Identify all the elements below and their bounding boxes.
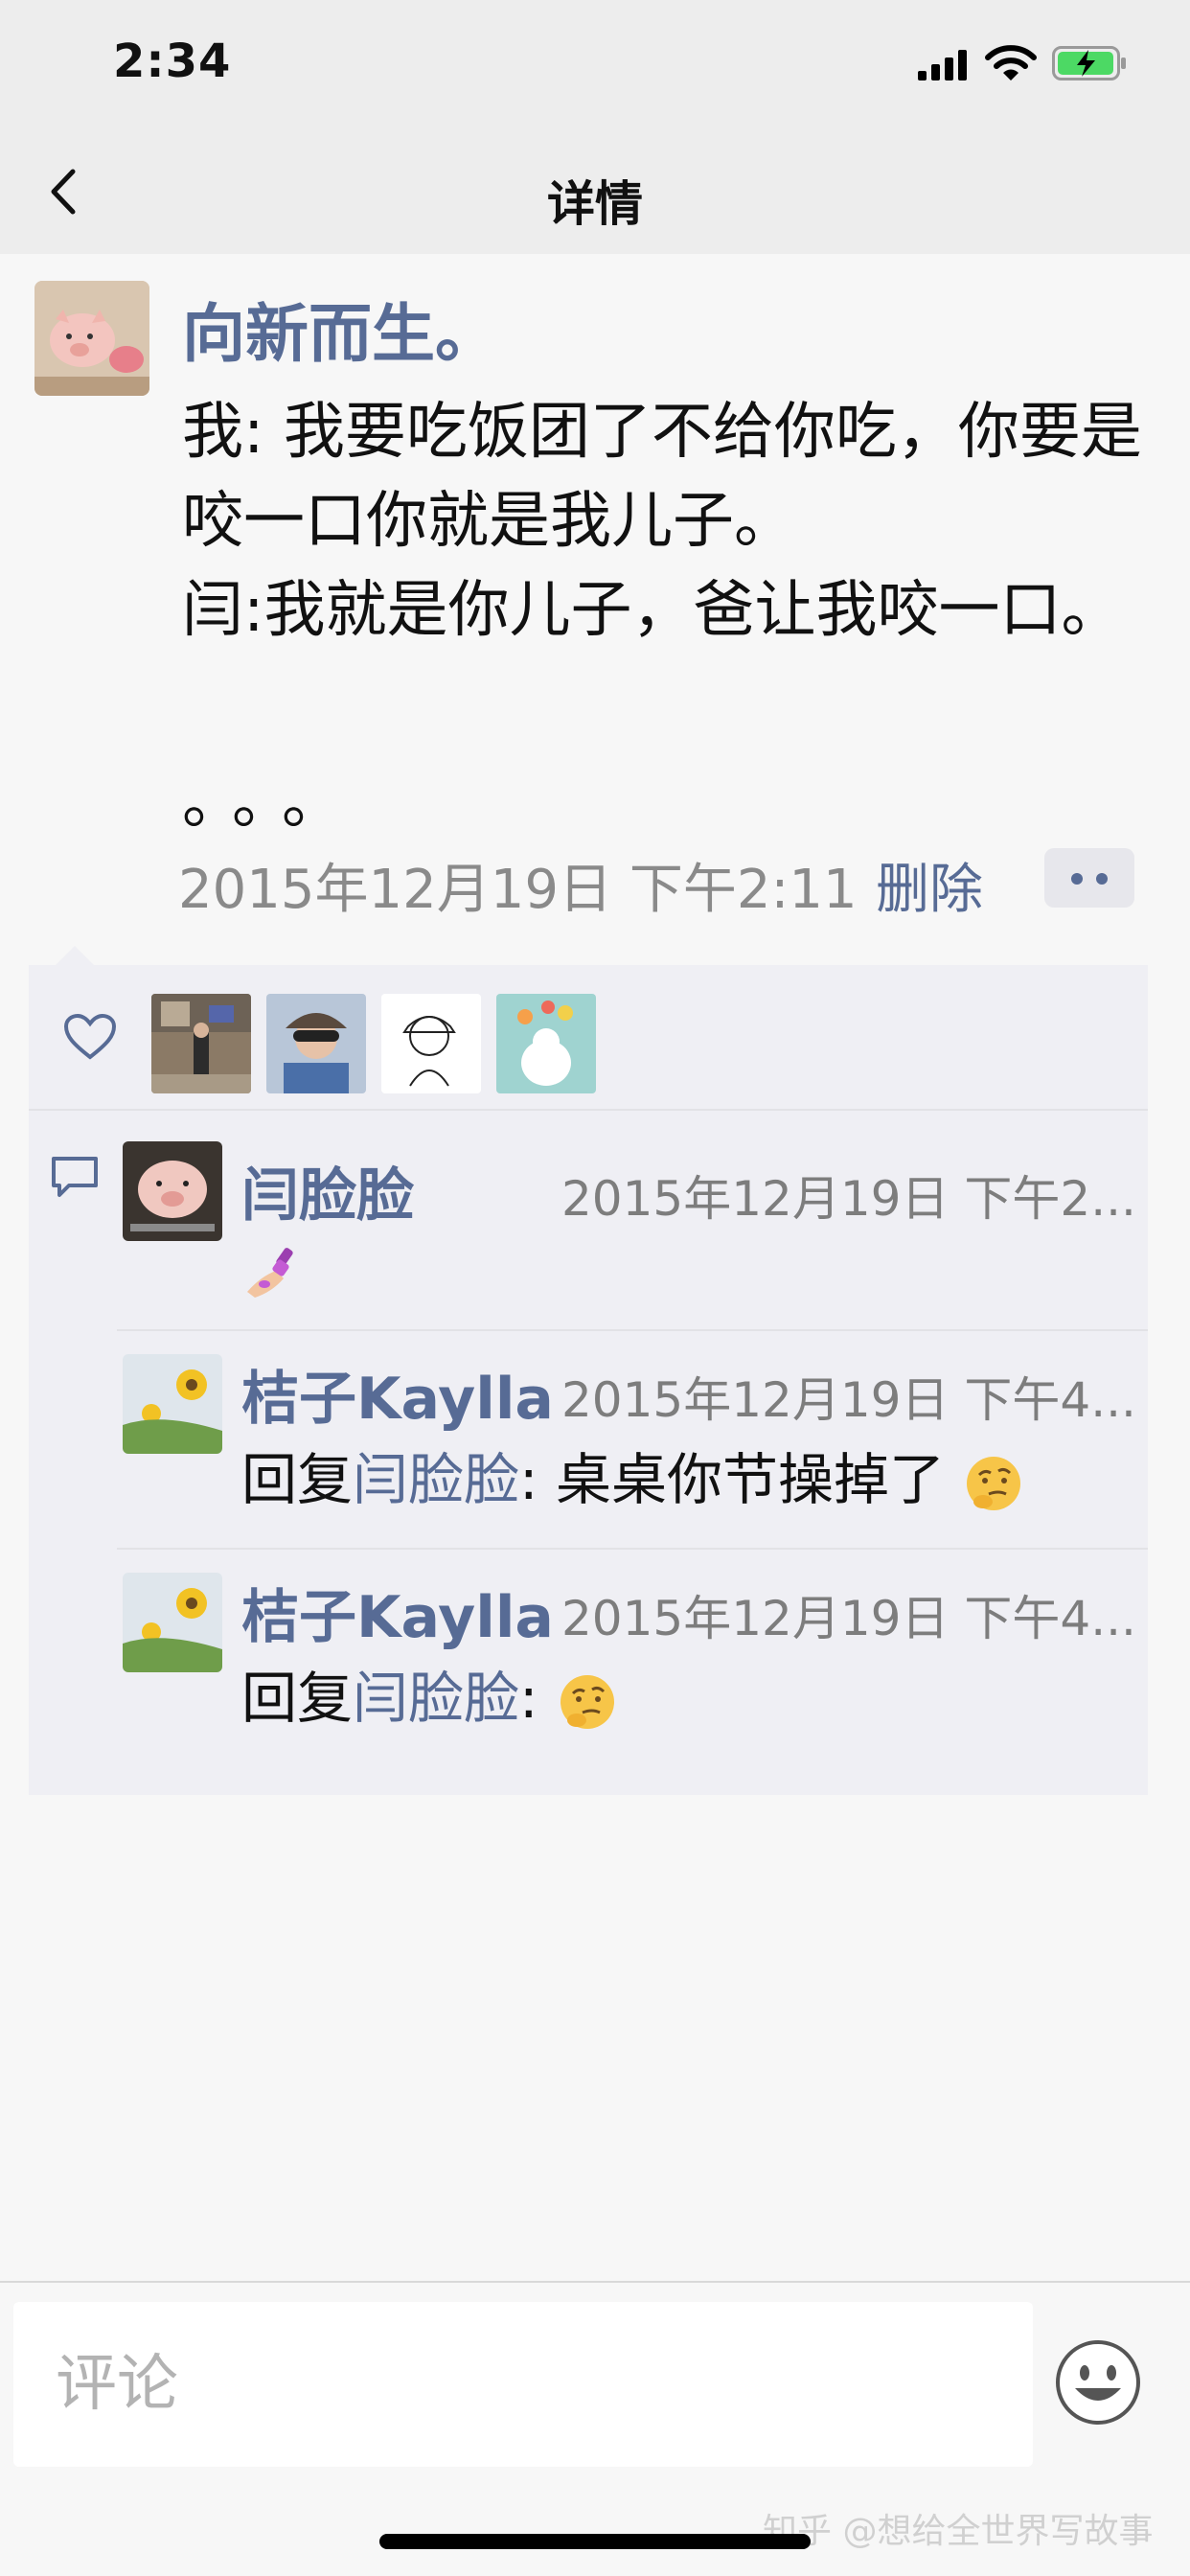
comment-body: 回复闫脸脸:	[241, 1653, 619, 1734]
post-line-2: 闫:我就是你儿子，爸让我咬一口。	[182, 575, 1123, 646]
comment-body	[241, 1233, 305, 1301]
like-avatar[interactable]	[151, 994, 251, 1093]
comment-avatar[interactable]	[123, 1573, 222, 1672]
comment-timestamp: 2015年12月19日 下午4...	[561, 1372, 1136, 1428]
comment-item[interactable]: 闫脸脸 2015年12月19日 下午2...	[29, 1111, 1148, 1329]
comment-bubble-icon	[52, 1157, 98, 1197]
comment-avatar[interactable]	[123, 1354, 222, 1454]
post-timestamp: 2015年12月19日 下午2:11	[178, 859, 858, 921]
more-dot-icon	[1096, 873, 1108, 885]
comment-item[interactable]: 桔子Kaylla 2015年12月19日 下午4... 回复闫脸脸:	[29, 1550, 1148, 1768]
more-actions-button[interactable]	[1044, 848, 1134, 908]
comment-text: : 桌桌你节操掉了	[519, 1447, 946, 1512]
nav-bar: 详情	[0, 129, 1190, 254]
delete-button[interactable]: 删除	[876, 846, 983, 924]
poster-name[interactable]: 向新而生。	[182, 283, 498, 375]
poster-avatar[interactable]	[34, 281, 149, 396]
watermark: 知乎 @想给全世界写故事	[763, 2512, 1154, 2551]
comment-author[interactable]: 闫脸脸	[241, 1149, 414, 1232]
comment-avatar[interactable]	[123, 1141, 222, 1241]
post-line-1: 我: 我要吃饭团了不给你吃，你要是咬一口你就是我儿子。	[182, 397, 1142, 557]
panel-caret	[56, 946, 94, 965]
reply-target[interactable]: 闫脸脸	[353, 1666, 519, 1731]
comment-timestamp: 2015年12月19日 下午4...	[561, 1591, 1136, 1646]
thinking-face-emoji-icon	[561, 1674, 615, 1729]
comment-item[interactable]: 桔子Kaylla 2015年12月19日 下午4... 回复闫脸脸: 桌桌你节操…	[29, 1331, 1148, 1550]
thinking-face-emoji-icon	[967, 1456, 1021, 1510]
comment-author[interactable]: 桔子Kaylla	[241, 1571, 554, 1654]
status-time: 2:34	[113, 34, 232, 88]
home-indicator[interactable]	[379, 2534, 811, 2549]
reply-target[interactable]: 闫脸脸	[353, 1447, 519, 1512]
post-ellipsis: 。。。	[182, 767, 362, 838]
reply-prefix: 回复	[241, 1447, 354, 1512]
like-avatar[interactable]	[496, 994, 596, 1093]
interaction-panel: 闫脸脸 2015年12月19日 下午2... 桔子Kaylla 2015年12月…	[29, 965, 1148, 1795]
status-bar: 2:34	[0, 0, 1190, 129]
likes-row	[29, 965, 1148, 1109]
comment-text: :	[519, 1666, 557, 1731]
comment-timestamp: 2015年12月19日 下午2...	[561, 1171, 1136, 1227]
comment-input[interactable]	[13, 2302, 1033, 2467]
like-avatar[interactable]	[381, 994, 481, 1093]
comment-input-bar: 知乎 @想给全世界写故事	[0, 2281, 1190, 2576]
emoji-face-icon[interactable]	[1052, 2336, 1144, 2428]
like-avatar[interactable]	[266, 994, 366, 1093]
cellular-signal-icon	[918, 50, 967, 80]
comment-author[interactable]: 桔子Kaylla	[241, 1352, 554, 1436]
wifi-icon	[985, 45, 1037, 80]
battery-charging-icon	[1052, 46, 1126, 80]
post-text: 我: 我要吃饭团了不给你吃，你要是咬一口你就是我儿子。 闫:我就是你儿子，爸让我…	[182, 388, 1150, 656]
reply-prefix: 回复	[241, 1666, 354, 1731]
comment-body: 回复闫脸脸: 桌桌你节操掉了	[241, 1435, 1025, 1515]
page-title: 详情	[547, 176, 643, 232]
more-dot-icon	[1071, 873, 1083, 885]
heart-icon	[63, 1013, 117, 1060]
nail-polish-emoji-icon	[247, 1248, 293, 1298]
moment-post: 向新而生。 我: 我要吃饭团了不给你吃，你要是咬一口你就是我儿子。 闫:我就是你…	[0, 254, 1190, 2278]
